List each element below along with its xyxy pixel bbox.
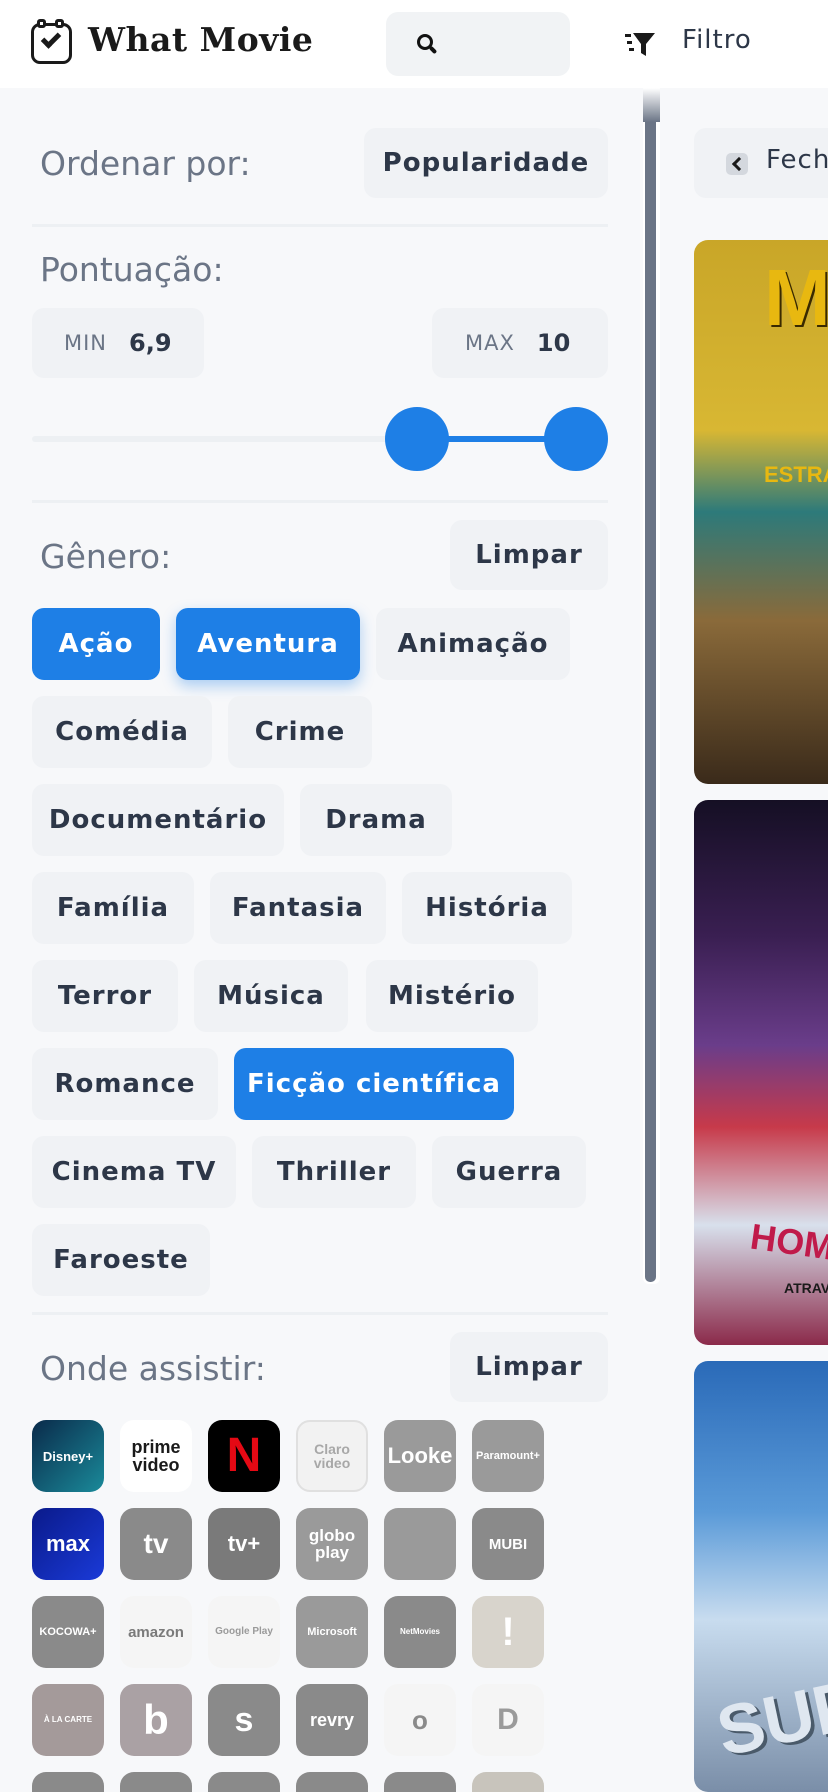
provider-google-play[interactable]: Google Play <box>208 1596 280 1668</box>
genre-chip[interactable]: História <box>402 872 572 944</box>
genre-chip[interactable]: Família <box>32 872 194 944</box>
provider-tile-partial[interactable] <box>472 1772 544 1792</box>
poster-title: HOMEM <box>747 1215 828 1276</box>
genre-chip[interactable]: Crime <box>228 696 372 768</box>
genre-chip[interactable]: Faroeste <box>32 1224 210 1296</box>
score-slider-max-handle[interactable] <box>544 407 608 471</box>
divider <box>32 224 608 227</box>
score-max-value: 10 <box>536 329 571 357</box>
provider-a-la-carte[interactable]: À LA CARTE <box>32 1684 104 1756</box>
poster-title: MAD MAX <box>764 253 828 342</box>
genre-chip[interactable]: Guerra <box>432 1136 586 1208</box>
divider <box>32 1312 608 1315</box>
provider-globoplay[interactable]: globo play <box>296 1508 368 1580</box>
genre-chip[interactable]: Comédia <box>32 696 212 768</box>
filter-button[interactable]: Filtro <box>682 25 752 55</box>
genre-chip[interactable]: Animação <box>376 608 570 680</box>
divider <box>32 500 608 503</box>
sort-label: Ordenar por: <box>40 144 251 183</box>
provider-crunchyroll[interactable] <box>384 1508 456 1580</box>
provider-kocowa[interactable]: KOCOWA+ <box>32 1596 104 1668</box>
provider-prime-video[interactable]: prime video <box>120 1420 192 1492</box>
provider-tile-partial[interactable] <box>32 1772 104 1792</box>
close-filter-button[interactable]: Fechar <box>694 128 828 198</box>
scrollbar-top <box>643 88 660 122</box>
score-min-value: 6,9 <box>129 329 172 357</box>
provider-apple-tv-plus[interactable]: tv+ <box>208 1508 280 1580</box>
poster-subtitle: ATRAVÉS <box>784 1280 828 1296</box>
score-min-field[interactable]: MIN 6,9 <box>32 308 204 378</box>
score-slider-min-handle[interactable] <box>385 407 450 471</box>
provider-dekkoo[interactable]: D <box>472 1684 544 1756</box>
genre-chip[interactable]: Ação <box>32 608 160 680</box>
score-max-label: MAX <box>465 331 515 355</box>
genre-chip[interactable]: Fantasia <box>210 872 386 944</box>
provider-tile-partial[interactable] <box>296 1772 368 1792</box>
provider-apple-tv[interactable]: tv <box>120 1508 192 1580</box>
score-max-field[interactable]: MAX 10 <box>432 308 608 378</box>
provider-max[interactable]: max <box>32 1508 104 1580</box>
score-min-label: MIN <box>64 331 108 355</box>
provider-amazon[interactable]: amazon <box>120 1596 192 1668</box>
provider-belas-artes[interactable]: b <box>120 1684 192 1756</box>
genre-chip[interactable]: Música <box>194 960 348 1032</box>
genre-chip[interactable]: Drama <box>300 784 452 856</box>
providers-label: Onde assistir: <box>40 1349 266 1388</box>
score-label: Pontuação: <box>40 250 224 289</box>
genre-label: Gênero: <box>40 537 172 576</box>
chevron-left-icon <box>726 153 748 175</box>
genre-chip[interactable]: Terror <box>32 960 178 1032</box>
provider-disney-plus[interactable]: Disney+ <box>32 1420 104 1492</box>
movie-poster[interactable]: HOMEM ATRAVÉS <box>694 800 828 1345</box>
provider-tile-partial[interactable] <box>120 1772 192 1792</box>
app-title[interactable]: What Movie <box>88 20 313 59</box>
provider-sun-nxt[interactable]: s <box>208 1684 280 1756</box>
provider-claro-video[interactable]: Claro video <box>296 1420 368 1492</box>
provider-netflix[interactable]: N <box>208 1420 280 1492</box>
provider-revry[interactable]: revry <box>296 1684 368 1756</box>
logo-icon[interactable] <box>31 19 72 64</box>
provider-mubi[interactable]: MUBI <box>472 1508 544 1580</box>
movie-poster[interactable]: MAD MAX ESTRADA <box>694 240 828 784</box>
provider-paramount-plus[interactable]: Paramount+ <box>472 1420 544 1492</box>
provider-tile-partial[interactable] <box>208 1772 280 1792</box>
provider-microsoft[interactable]: Microsoft <box>296 1596 368 1668</box>
genre-chip[interactable]: Cinema TV <box>32 1136 236 1208</box>
provider-oi-play[interactable]: o <box>384 1684 456 1756</box>
close-filter-label: Fechar <box>766 145 828 175</box>
app-header: What Movie Filtro <box>0 0 828 88</box>
genre-clear-button[interactable]: Limpar <box>450 520 608 590</box>
filter-icon[interactable] <box>624 30 656 58</box>
scrollbar-thumb[interactable] <box>645 112 656 1282</box>
providers-clear-button[interactable]: Limpar <box>450 1332 608 1402</box>
provider-looke[interactable]: Looke <box>384 1420 456 1492</box>
genre-chip[interactable]: Documentário <box>32 784 284 856</box>
provider-tile-partial[interactable] <box>384 1772 456 1792</box>
movie-poster[interactable]: SUPERMAN <box>694 1361 828 1792</box>
search-input[interactable] <box>386 12 570 76</box>
genre-chip[interactable]: Mistério <box>366 960 538 1032</box>
genre-chip[interactable]: Aventura <box>176 608 360 680</box>
provider-oldflix[interactable]: ! <box>472 1596 544 1668</box>
genre-chip[interactable]: Ficção científica <box>234 1048 514 1120</box>
genre-chip[interactable]: Thriller <box>252 1136 416 1208</box>
poster-subtitle: ESTRADA <box>764 462 828 487</box>
sort-select[interactable]: Popularidade <box>364 128 608 198</box>
poster-title: SUPERMAN <box>710 1611 828 1771</box>
provider-netmovies[interactable]: NetMovies <box>384 1596 456 1668</box>
genre-chip[interactable]: Romance <box>32 1048 218 1120</box>
